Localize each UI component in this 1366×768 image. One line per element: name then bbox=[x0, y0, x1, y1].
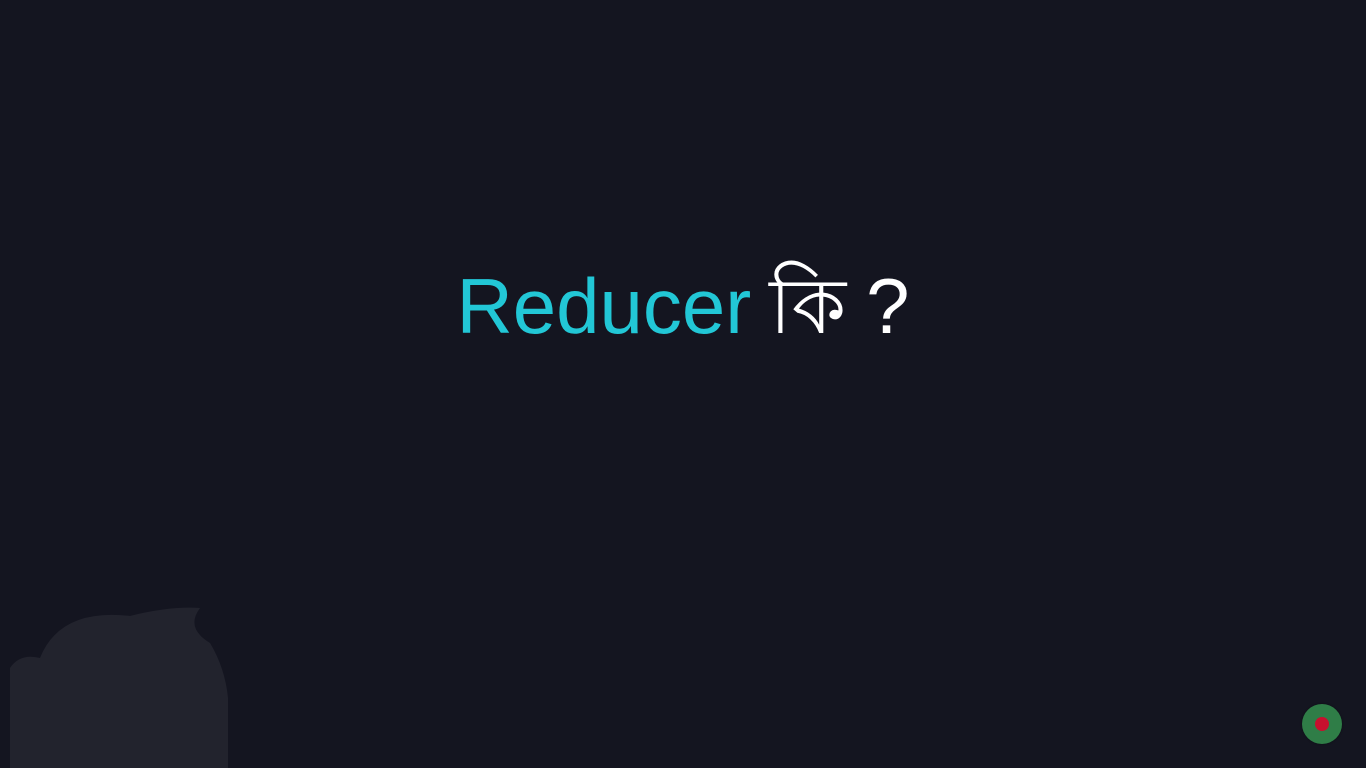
video-frame: Reducer কি? bbox=[0, 0, 1366, 768]
mascot-logo-icon bbox=[10, 607, 228, 768]
bangladesh-flag-icon bbox=[1302, 704, 1342, 744]
title-bengali-word: কি bbox=[769, 262, 847, 352]
title-english-word: Reducer bbox=[456, 262, 752, 350]
flag-red-circle bbox=[1315, 717, 1329, 731]
title-question-mark: ? bbox=[866, 262, 910, 350]
slide-title: Reducer কি? bbox=[0, 258, 1366, 355]
